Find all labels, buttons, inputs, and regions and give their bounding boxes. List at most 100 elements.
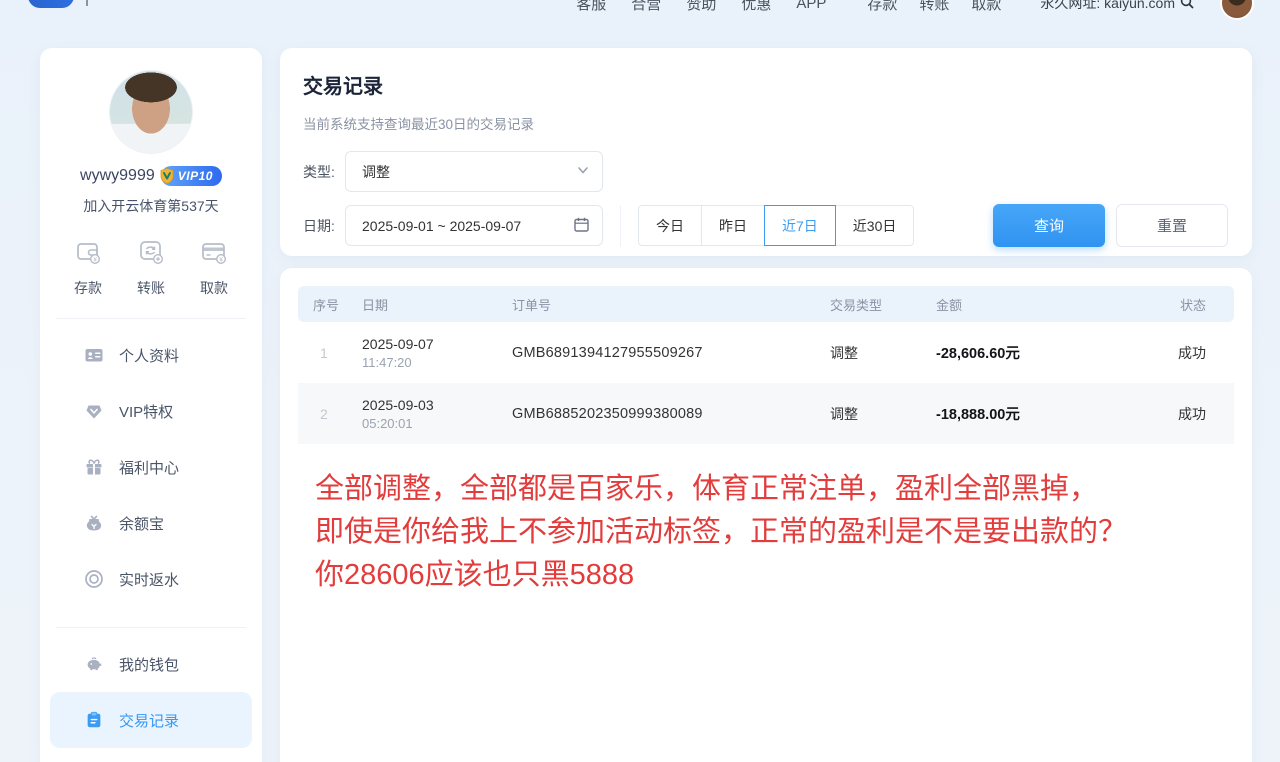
- nav-transfer[interactable]: 转账: [919, 0, 949, 14]
- sidebar-item-label: 实时返水: [119, 569, 179, 590]
- sidebar-item-my-wallet[interactable]: 我的钱包: [50, 636, 252, 692]
- svg-text:¥: ¥: [93, 257, 97, 264]
- permanent-url-label: 永久网址: kaiyun.com: [1040, 0, 1175, 13]
- date-range-value: 2025-09-01 ~ 2025-09-07: [362, 218, 521, 234]
- row-status: 成功: [1168, 343, 1234, 363]
- sidebar-menu-primary: 个人资料 VIP特权 福利中心 余额宝 实时返水: [40, 319, 262, 607]
- row-status: 成功: [1168, 404, 1234, 424]
- row-order-no: GMB6885202350999380089: [506, 406, 824, 422]
- filter-panel: 交易记录 当前系统支持查询最近30日的交易记录 类型: 调整 日期: 2025-…: [280, 48, 1252, 256]
- sidebar-item-vip[interactable]: VIP特权: [50, 383, 252, 439]
- table-header: 序号 日期 订单号 交易类型 金额 状态: [298, 286, 1234, 322]
- row-time: 05:20:01: [362, 416, 506, 431]
- quick-action-label: 转账: [137, 278, 165, 298]
- date-range-input[interactable]: 2025-09-01 ~ 2025-09-07: [345, 205, 603, 246]
- welfare-gift-icon: [84, 457, 104, 477]
- sidebar-item-label: VIP特权: [119, 401, 173, 422]
- page-title: 交易记录: [303, 70, 1228, 99]
- row-index: 2: [298, 406, 356, 422]
- row-type: 调整: [824, 404, 930, 424]
- table-row[interactable]: 2 2025-09-03 05:20:01 GMB688520235099938…: [298, 383, 1234, 444]
- row-date: 2025-09-03: [362, 397, 506, 413]
- row-date: 2025-09-07: [362, 336, 506, 352]
- quick-action-deposit[interactable]: ¥ 存款: [74, 238, 102, 298]
- header-order-no: 订单号: [506, 295, 824, 314]
- sidebar-item-welfare[interactable]: 福利中心: [50, 439, 252, 495]
- nav-app[interactable]: APP: [796, 0, 826, 12]
- sidebar-item-bet-records[interactable]: 投注记录: [50, 748, 252, 762]
- records-panel: 序号 日期 订单号 交易类型 金额 状态 1 2025-09-07 11:47:…: [280, 268, 1252, 762]
- quick-actions: ¥ 存款 转账 ¥ 取款: [40, 238, 262, 298]
- sidebar-item-label: 我的钱包: [119, 654, 179, 675]
- header-status: 状态: [1168, 295, 1234, 314]
- piggy-wallet-icon: [84, 654, 104, 674]
- top-navigation: 客服 合营 赞助 优惠 APP 存款 转账 取款 永久网址: kaiyun.co…: [0, 0, 1280, 22]
- sidebar-item-label: 福利中心: [119, 457, 179, 478]
- type-select[interactable]: 调整: [345, 151, 603, 192]
- nav-promotions[interactable]: 优惠: [741, 0, 771, 14]
- sidebar-item-yuebao[interactable]: 余额宝: [50, 495, 252, 551]
- row-amount: -18,888.00元: [930, 403, 1168, 424]
- type-filter-label: 类型:: [303, 162, 345, 182]
- nav-partnership[interactable]: 合营: [631, 0, 661, 14]
- annotation-line: 即使是你给我上不参加活动标签，正常的盈利是不是要出款的？: [315, 511, 1234, 554]
- header-user-avatar[interactable]: [1220, 0, 1254, 20]
- header-type: 交易类型: [824, 295, 930, 314]
- balance-treasure-icon: [84, 513, 104, 533]
- sidebar-item-rebate[interactable]: 实时返水: [50, 551, 252, 607]
- realtime-rebate-icon: [84, 569, 104, 589]
- quick-action-withdraw[interactable]: ¥ 取款: [200, 238, 228, 298]
- transfer-icon: [137, 238, 165, 271]
- sidebar: wywy9999 VIP10 加入开云体育第537天 ¥ 存款 转账 ¥ 取款: [40, 48, 262, 762]
- red-annotation-text: 全部调整，全部都是百家乐，体育正常注单，盈利全部黑掉， 即使是你给我上不参加活动…: [315, 468, 1234, 597]
- nav-deposit[interactable]: 存款: [867, 0, 897, 14]
- range-button-last30days[interactable]: 近30日: [835, 205, 915, 246]
- header-index: 序号: [298, 295, 356, 314]
- vip-privilege-icon: [84, 401, 104, 421]
- sidebar-item-label: 交易记录: [119, 710, 179, 731]
- range-button-today[interactable]: 今日: [638, 205, 702, 246]
- nav-withdraw[interactable]: 取款: [971, 0, 1001, 14]
- quick-action-transfer[interactable]: 转账: [137, 238, 165, 298]
- vertical-divider: [620, 205, 621, 247]
- table-row[interactable]: 1 2025-09-07 11:47:20 GMB689139412795550…: [298, 322, 1234, 383]
- date-filter-label: 日期:: [303, 216, 345, 236]
- transaction-record-icon: [84, 710, 104, 730]
- username: wywy9999: [80, 167, 155, 185]
- range-button-last7days[interactable]: 近7日: [764, 205, 836, 246]
- id-card-icon: [84, 345, 104, 365]
- type-select-value: 调整: [362, 162, 390, 182]
- membership-duration: 加入开云体育第537天: [40, 196, 262, 216]
- sidebar-item-transaction-records[interactable]: 交易记录: [50, 692, 252, 748]
- row-amount: -28,606.60元: [930, 342, 1168, 363]
- vip-shield-icon: [158, 167, 176, 185]
- row-index: 1: [298, 345, 356, 361]
- header-date: 日期: [356, 295, 506, 314]
- sidebar-menu-secondary: 我的钱包 交易记录 投注记录: [40, 628, 262, 762]
- vip-badge-label: VIP10: [178, 169, 213, 183]
- sidebar-item-label: 余额宝: [119, 513, 164, 534]
- deposit-wallet-icon: ¥: [74, 238, 102, 271]
- annotation-line: 全部调整，全部都是百家乐，体育正常注单，盈利全部黑掉，: [315, 468, 1234, 511]
- row-datetime: 2025-09-07 11:47:20: [356, 336, 506, 370]
- user-portrait-avatar[interactable]: [109, 70, 193, 154]
- withdraw-card-icon: ¥: [200, 238, 228, 271]
- nav-customer-service[interactable]: 客服: [576, 0, 606, 14]
- nav-sponsorship[interactable]: 赞助: [686, 0, 716, 14]
- search-icon[interactable]: [1179, 0, 1195, 13]
- nav-wallet-group: 存款 转账 取款: [867, 0, 1001, 14]
- reset-button[interactable]: 重置: [1116, 204, 1228, 247]
- row-order-no: GMB6891394127955509267: [506, 345, 824, 361]
- sidebar-item-label: 个人资料: [119, 345, 179, 366]
- sidebar-item-profile[interactable]: 个人资料: [50, 327, 252, 383]
- query-button[interactable]: 查询: [993, 204, 1105, 247]
- quick-action-label: 存款: [74, 278, 102, 298]
- range-button-yesterday[interactable]: 昨日: [701, 205, 765, 246]
- row-datetime: 2025-09-03 05:20:01: [356, 397, 506, 431]
- row-time: 11:47:20: [362, 355, 506, 370]
- permanent-url: 永久网址: kaiyun.com: [1040, 0, 1195, 13]
- vip-badge[interactable]: VIP10: [161, 166, 222, 186]
- page-subtitle: 当前系统支持查询最近30日的交易记录: [303, 113, 1228, 133]
- annotation-line: 你28606应该也只黑5888: [315, 554, 1234, 597]
- row-type: 调整: [824, 343, 930, 363]
